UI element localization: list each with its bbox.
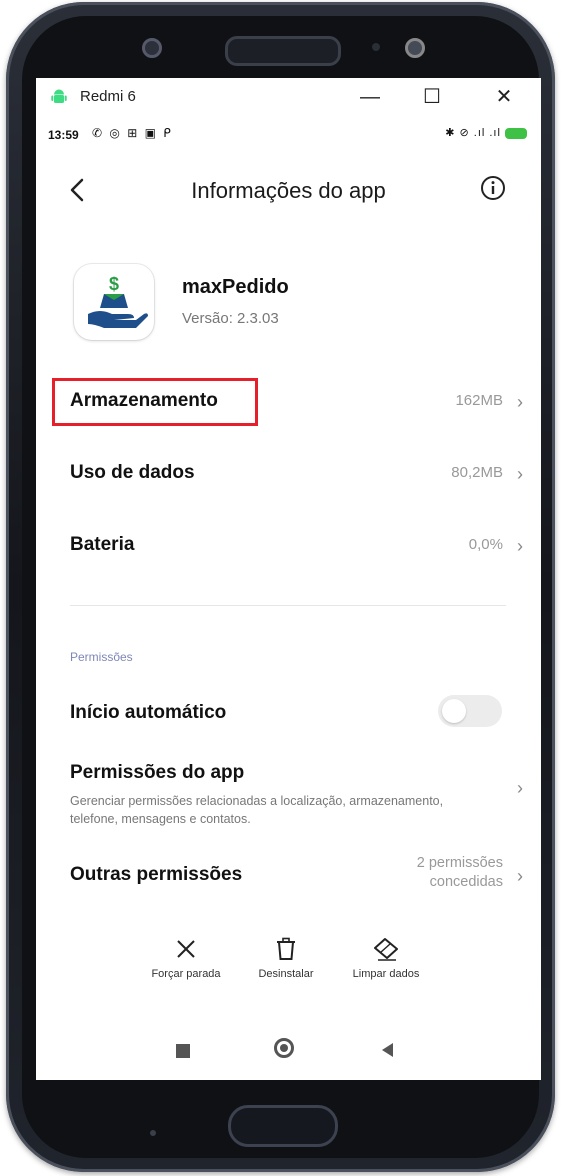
row-data-usage[interactable]: Uso de dados 80,2MB › — [36, 450, 541, 498]
uninstall-button[interactable]: Desinstalar — [236, 936, 336, 980]
microphone — [150, 1130, 156, 1136]
window-titlebar: Redmi 6 — ☐ ✕ — [36, 78, 541, 116]
action-bar: Forçar parada Desinstalar Limpar dados — [136, 936, 436, 1006]
system-icons: ✱ ⊘ .ıl .ıl — [445, 126, 527, 139]
home-icon-dot — [280, 1044, 288, 1052]
android-icon — [51, 89, 67, 103]
autostart-label: Início automático — [70, 702, 227, 723]
flash-light — [405, 38, 425, 58]
app-name: maxPedido — [182, 276, 289, 298]
chevron-right-icon: › — [517, 536, 523, 556]
force-stop-label: Forçar parada — [151, 968, 221, 980]
home-button[interactable] — [228, 1105, 338, 1147]
phone-screen: Redmi 6 — ☐ ✕ 13:59 ✆ ◎ ⊞ ▣ ᑭ ✱ ⊘ .ıl .ı… — [36, 78, 541, 1080]
proximity-sensor — [372, 43, 380, 51]
app-permissions-description: Gerenciar permissões relacionadas a loca… — [70, 794, 444, 826]
minimize-button[interactable]: — — [354, 84, 386, 110]
page-title: Informações do app — [191, 178, 386, 203]
home-icon[interactable] — [274, 1038, 294, 1058]
battery-label: Bateria — [70, 534, 135, 555]
app-icon: $ — [74, 264, 154, 340]
close-window-button[interactable]: ✕ — [488, 84, 520, 110]
app-version: Versão: 2.3.03 — [182, 310, 279, 327]
navigation-bar — [36, 1028, 541, 1072]
notification-icons: ✆ ◎ ⊞ ▣ ᑭ — [92, 126, 173, 140]
permissions-section-label: Permissões — [70, 650, 133, 664]
back-icon[interactable] — [382, 1043, 393, 1057]
data-usage-value: 80,2MB — [451, 464, 503, 481]
clear-data-label: Limpar dados — [352, 968, 420, 980]
autostart-toggle[interactable] — [438, 695, 502, 727]
storage-value: 162MB — [455, 392, 503, 409]
chevron-right-icon: › — [517, 464, 523, 484]
chevron-right-icon: › — [517, 866, 523, 886]
app-permissions-title: Permissões do app — [70, 762, 245, 783]
hand-money-box-icon: $ — [88, 274, 148, 328]
status-bar: 13:59 ✆ ◎ ⊞ ▣ ᑭ ✱ ⊘ .ıl .ıl — [36, 122, 541, 146]
svg-text:$: $ — [109, 274, 119, 294]
battery-icon — [505, 127, 527, 139]
window-title: Redmi 6 — [80, 88, 136, 105]
chevron-right-icon: › — [517, 778, 523, 798]
front-camera — [142, 38, 162, 58]
toggle-knob — [442, 699, 466, 723]
storage-highlight-box — [52, 378, 258, 426]
app-header: Informações do app — [36, 170, 541, 214]
signal-icons: ✱ ⊘ .ıl .ıl — [445, 127, 501, 139]
force-stop-button[interactable]: Forçar parada — [136, 936, 236, 980]
uninstall-label: Desinstalar — [258, 968, 314, 980]
row-battery[interactable]: Bateria 0,0% › — [36, 522, 541, 570]
maximize-button[interactable]: ☐ — [416, 84, 448, 110]
other-permissions-label: Outras permissões — [70, 864, 243, 885]
earpiece-speaker — [225, 36, 341, 66]
trash-icon — [277, 937, 295, 960]
close-icon — [177, 940, 195, 958]
battery-value: 0,0% — [468, 536, 503, 553]
info-icon[interactable] — [480, 175, 506, 201]
status-time: 13:59 — [48, 128, 79, 142]
data-usage-label: Uso de dados — [70, 462, 195, 483]
divider — [70, 605, 506, 606]
chevron-right-icon: › — [517, 392, 523, 412]
clear-data-button[interactable]: Limpar dados — [336, 936, 436, 980]
other-permissions-value: 2 permissões concedidas — [416, 855, 503, 890]
eraser-icon — [374, 938, 398, 961]
recent-apps-icon[interactable] — [176, 1044, 190, 1058]
